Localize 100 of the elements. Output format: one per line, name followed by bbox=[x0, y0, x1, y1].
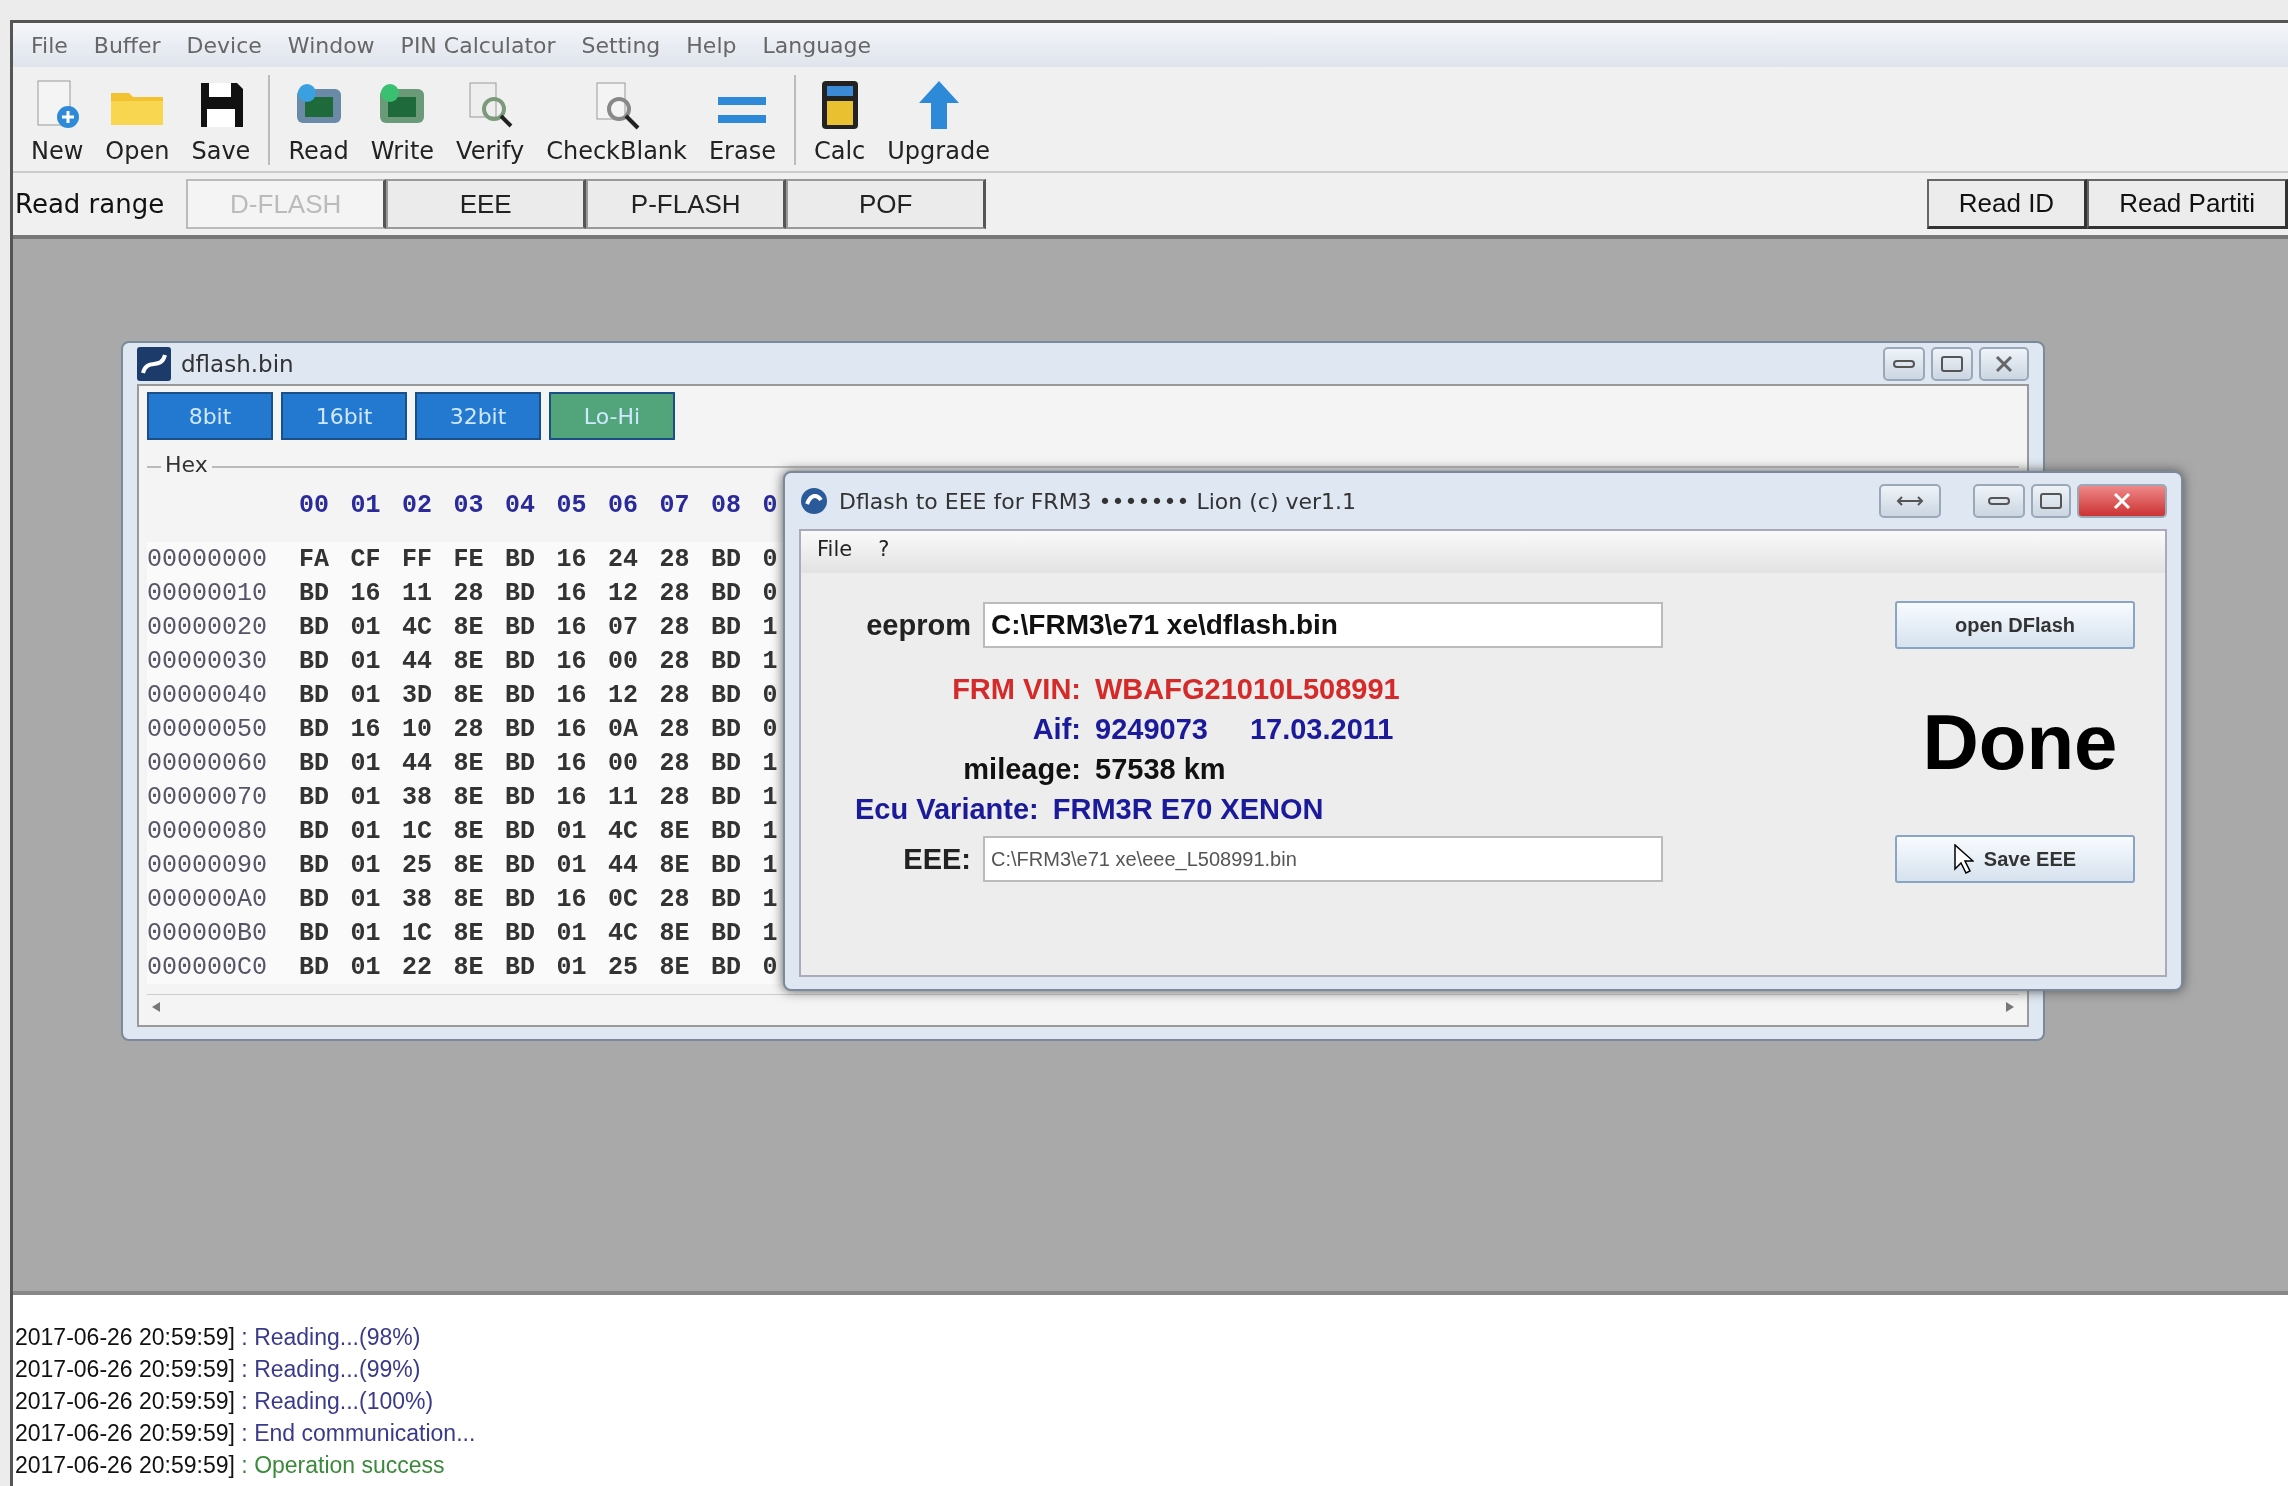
toolbar-button[interactable]: Write bbox=[366, 79, 439, 165]
log-line: 2017-06-26 20:59:59] : Operation success bbox=[15, 1452, 446, 1480]
hex-cell-text: 01 bbox=[556, 816, 588, 846]
menu-item[interactable]: Buffer bbox=[93, 32, 161, 58]
hex-cell-text: 16 bbox=[556, 782, 588, 812]
toolbar-button[interactable]: Read bbox=[284, 79, 353, 165]
range-label: Read range bbox=[15, 189, 165, 219]
calculator-icon bbox=[819, 79, 860, 131]
toolbar-button[interactable]: CheckBlank bbox=[542, 79, 691, 165]
address-cell-text: 00000020 bbox=[147, 612, 269, 642]
mode-button[interactable]: 8bit bbox=[147, 392, 273, 440]
hex-cell-text: 8E bbox=[453, 884, 485, 914]
hex-cell-text: CF bbox=[350, 544, 382, 574]
column-header: 01 bbox=[350, 490, 382, 520]
log-line: 2017-06-26 20:59:59] : Reading...(98%) bbox=[15, 1324, 422, 1352]
info-label: Ecu Variante: bbox=[855, 792, 1039, 826]
toolbar-button[interactable]: Erase bbox=[704, 91, 780, 165]
menu-item[interactable]: Help bbox=[686, 32, 737, 58]
range-tab[interactable]: POF bbox=[786, 179, 987, 229]
input-field[interactable]: C:\FRM3\e71 xe\eee_L508991.bin bbox=[983, 836, 1663, 882]
hex-cell-text: 11 bbox=[402, 578, 433, 608]
address-cell-text: 00000040 bbox=[147, 680, 269, 710]
hex-cell-text: 28 bbox=[659, 782, 691, 812]
menu-item[interactable]: ? bbox=[878, 537, 890, 567]
restore-button[interactable] bbox=[1879, 484, 1941, 518]
toolbar-button[interactable]: New bbox=[27, 79, 88, 165]
toolbar-button[interactable]: Calc bbox=[809, 79, 870, 165]
save-eee-button[interactable]: Save EEE bbox=[1895, 835, 2135, 883]
range-tab[interactable]: EEE bbox=[386, 179, 587, 229]
hex-cell-text: FE bbox=[453, 544, 485, 574]
hex-cell-text: BD bbox=[505, 952, 536, 982]
toolbar-button[interactable]: Save bbox=[187, 79, 255, 165]
minimize-button[interactable] bbox=[1973, 484, 2025, 518]
close-button[interactable] bbox=[1979, 346, 2029, 381]
close-button[interactable] bbox=[2077, 484, 2167, 518]
scroll-right-icon[interactable] bbox=[2005, 1001, 2015, 1013]
hex-cell-text: BD bbox=[505, 850, 536, 880]
menu-item[interactable]: Language bbox=[762, 32, 872, 58]
hex-cell-text: 11 bbox=[608, 782, 639, 812]
address-cell-text: 00000090 bbox=[147, 850, 269, 880]
toolbar-button[interactable]: Verify bbox=[452, 79, 529, 165]
hex-cell-text: 01 bbox=[556, 850, 588, 880]
open-dflash-button[interactable]: open DFlash bbox=[1895, 601, 2135, 649]
menu-item[interactable]: Setting bbox=[581, 32, 661, 58]
column-header: 03 bbox=[453, 490, 485, 520]
log-line: 2017-06-26 20:59:59] : End communication... bbox=[15, 1420, 477, 1448]
menu-item[interactable]: PIN Calculator bbox=[400, 32, 556, 58]
hex-cell-text: BD bbox=[299, 850, 330, 880]
hex-cell-text: BD bbox=[299, 714, 330, 744]
hex-cell-text: BD bbox=[505, 918, 536, 948]
hex-cell-text: 8E bbox=[453, 952, 485, 982]
hex-cell-text: 01 bbox=[350, 680, 382, 710]
hex-cell-text: 01 bbox=[350, 918, 382, 948]
maximize-button[interactable] bbox=[1931, 346, 1973, 381]
menu-item[interactable]: Device bbox=[186, 32, 262, 58]
minimize-button[interactable] bbox=[1883, 346, 1925, 381]
hex-cell-text: 25 bbox=[402, 850, 433, 880]
hex-cell-text: 0A bbox=[608, 714, 639, 744]
mode-button[interactable]: 32bit bbox=[415, 392, 541, 440]
menu-item[interactable]: Window bbox=[287, 32, 375, 58]
info-label: FRM VIN: bbox=[951, 672, 1081, 706]
address-cell-text: 00000070 bbox=[147, 782, 269, 812]
hex-cell-text: 16 bbox=[556, 884, 588, 914]
hex-cell-text: 16 bbox=[556, 646, 588, 676]
hex-cell-text: BD bbox=[711, 578, 742, 608]
hex-cell-text: 16 bbox=[556, 612, 588, 642]
hex-cell-text: 00 bbox=[608, 646, 639, 676]
hex-cell-text: 1C bbox=[402, 918, 433, 948]
menu-item[interactable]: File bbox=[817, 537, 853, 567]
hex-cell-text: BD bbox=[711, 850, 742, 880]
info-value: WBAFG21010L508991 bbox=[1095, 672, 1400, 706]
menu-item[interactable]: File bbox=[31, 32, 68, 58]
input-field[interactable]: C:\FRM3\e71 xe\dflash.bin bbox=[983, 602, 1663, 648]
range-tab[interactable]: P-FLASH bbox=[586, 179, 787, 229]
column-header: 02 bbox=[402, 490, 433, 520]
hex-cell-text: 1 bbox=[762, 816, 779, 846]
toolbar-button[interactable]: Read ID bbox=[1926, 179, 2088, 229]
column-header: 00 bbox=[299, 490, 330, 520]
toolbar-button[interactable]: Read Partiti bbox=[2087, 179, 2288, 229]
address-cell-text: 000000C0 bbox=[147, 952, 269, 982]
hex-cell-text: 0 bbox=[762, 578, 779, 608]
hex-cell-text: 1 bbox=[762, 748, 779, 778]
info-value: 17.03.2011 bbox=[1249, 712, 1394, 746]
toolbar-button[interactable]: Upgrade bbox=[883, 79, 994, 165]
mode-button[interactable]: 16bit bbox=[281, 392, 407, 440]
hex-cell-text: 28 bbox=[453, 578, 485, 608]
up-arrow-icon bbox=[916, 79, 961, 131]
scroll-left-icon[interactable] bbox=[151, 1001, 161, 1013]
hex-cell-text: 4C bbox=[608, 816, 639, 846]
hex-cell-text: 28 bbox=[659, 544, 691, 574]
hex-cell-text: 0 bbox=[762, 680, 779, 710]
column-header: 05 bbox=[556, 490, 588, 520]
hex-cell-text: 01 bbox=[350, 850, 382, 880]
maximize-button[interactable] bbox=[2031, 484, 2071, 518]
column-header: 04 bbox=[505, 490, 536, 520]
hex-cell-text: 01 bbox=[556, 952, 588, 982]
hex-cell-text: BD bbox=[299, 612, 330, 642]
toolbar-button[interactable]: Open bbox=[101, 79, 174, 165]
info-value: FRM3R E70 XENON bbox=[1052, 792, 1324, 826]
hex-cell-text: BD bbox=[505, 646, 536, 676]
